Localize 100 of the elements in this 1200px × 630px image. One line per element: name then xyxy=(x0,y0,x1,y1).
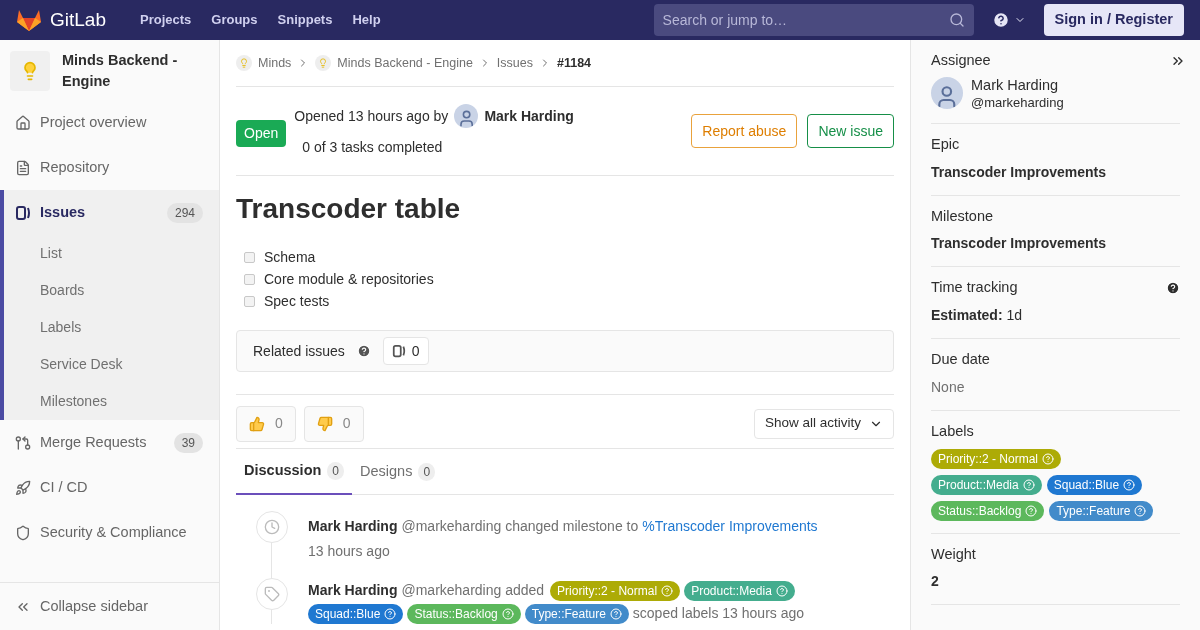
sidebar-item[interactable]: Security & Compliance xyxy=(4,510,219,555)
avatar xyxy=(931,77,963,110)
help-icon xyxy=(384,607,397,620)
tab[interactable]: Designs 0 xyxy=(352,449,444,494)
task-checkbox[interactable] xyxy=(244,251,255,263)
gitlab-logo-text[interactable]: GitLab xyxy=(50,5,106,35)
breadcrumb-link[interactable]: Minds Backend - Engine xyxy=(315,53,473,73)
rocket-icon xyxy=(15,479,31,496)
nav-link[interactable]: Projects xyxy=(140,10,192,30)
tag-icon xyxy=(264,586,280,602)
search-icon xyxy=(948,12,965,28)
report-abuse-button[interactable]: Report abuse xyxy=(691,114,798,148)
project-name[interactable]: Minds Backend - Engine xyxy=(62,50,209,92)
sidebar-subitem[interactable]: Labels xyxy=(4,309,219,346)
sidebar-subitem[interactable]: Milestones xyxy=(4,383,219,420)
note-author[interactable]: Mark Harding xyxy=(308,516,398,537)
sidebar-label: Weight xyxy=(931,544,977,564)
help-icon xyxy=(1022,478,1035,491)
breadcrumb-link[interactable]: #1184 xyxy=(557,53,592,73)
merge-request-icon xyxy=(15,434,31,451)
sidebar-item[interactable]: Repository xyxy=(4,145,219,190)
new-issue-button[interactable]: New issue xyxy=(807,114,894,148)
clock-icon xyxy=(264,519,280,535)
nav-link[interactable]: Snippets xyxy=(277,10,333,30)
issue-title: Transcoder table xyxy=(236,192,462,226)
label-tag[interactable]: Squad::Blue xyxy=(1046,474,1143,495)
assignee-name[interactable]: Mark Harding xyxy=(971,75,1064,94)
help-dropdown[interactable] xyxy=(991,11,1026,29)
issues-icon xyxy=(391,344,406,358)
project-avatar xyxy=(10,51,50,91)
nav-link[interactable]: Groups xyxy=(211,10,258,30)
count-badge: 39 xyxy=(173,432,203,453)
note-time: 13 hours ago xyxy=(308,542,391,561)
sign-in-button[interactable]: Sign in / Register xyxy=(1043,4,1184,36)
help-icon xyxy=(1025,504,1038,517)
document-icon xyxy=(15,159,31,176)
note-text: @markeharding added xyxy=(401,581,545,600)
sidebar-label: Milestone xyxy=(931,206,995,226)
activity-filter-dropdown[interactable]: Show all activity xyxy=(753,408,894,439)
award-button[interactable]: 0 xyxy=(303,405,364,442)
sidebar-subitem[interactable]: Boards xyxy=(4,272,219,309)
shield-icon xyxy=(15,524,31,541)
sidebar-item[interactable]: Merge Requests 39 xyxy=(4,420,219,465)
thumbs-down-icon xyxy=(316,415,333,432)
note-text: scoped labels 13 hours ago xyxy=(632,604,805,623)
gitlab-logo-icon xyxy=(16,8,42,32)
thumbs-up-icon xyxy=(249,415,265,432)
help-icon xyxy=(609,607,622,620)
task-label: Schema xyxy=(264,247,316,267)
help-icon xyxy=(661,584,674,597)
sidebar-item[interactable]: CI / CD xyxy=(4,465,219,510)
group-avatar xyxy=(236,55,252,71)
tab-count: 0 xyxy=(327,462,345,480)
help-icon[interactable] xyxy=(356,344,371,358)
sidebar-subitem[interactable]: List xyxy=(4,235,219,272)
help-icon xyxy=(775,584,788,597)
tab-count: 0 xyxy=(418,462,436,481)
issues-icon xyxy=(15,204,31,221)
related-issues-title: Related issues xyxy=(253,341,345,361)
help-icon xyxy=(501,607,514,620)
home-icon xyxy=(15,114,31,131)
sidebar-label: Due date xyxy=(931,350,991,369)
tasks-summary: 0 of 3 tasks completed xyxy=(302,138,444,157)
opened-text: Opened 13 hours ago by xyxy=(294,106,449,126)
help-icon xyxy=(991,11,1010,29)
sidebar-value[interactable]: Transcoder Improvements xyxy=(931,161,1180,183)
label-tag[interactable]: Squad::Blue xyxy=(308,603,404,624)
nav-link[interactable]: Help xyxy=(352,10,381,30)
assignee-handle: @markeharding xyxy=(971,93,1064,111)
sidebar-item[interactable]: Project overview xyxy=(4,100,219,145)
estimate-value: 1d xyxy=(1006,306,1023,325)
due-date-value: None xyxy=(931,377,966,397)
author-link[interactable]: Mark Harding xyxy=(484,105,574,127)
breadcrumb-link[interactable]: Issues xyxy=(496,53,533,73)
search-field[interactable]: Search or jump to… xyxy=(653,4,974,36)
group-avatar xyxy=(315,55,332,71)
tab[interactable]: Discussion 0 xyxy=(236,449,353,495)
sidebar-value[interactable]: Transcoder Improvements xyxy=(931,233,1180,255)
sidebar-item[interactable]: Issues 294 xyxy=(4,190,219,235)
sidebar-subitem[interactable]: Service Desk xyxy=(4,346,219,383)
count-badge: 294 xyxy=(166,202,203,223)
task-checkbox[interactable] xyxy=(244,295,255,307)
milestone-link[interactable]: %Transcoder Improvements xyxy=(642,516,818,537)
help-icon xyxy=(1123,478,1136,491)
sidebar-label: Assignee xyxy=(931,51,991,70)
note-text: @markeharding changed milestone to xyxy=(401,517,639,536)
related-issues-count[interactable]: 0 xyxy=(382,337,429,365)
breadcrumb-link[interactable]: Minds xyxy=(236,53,292,73)
avatar xyxy=(454,104,479,128)
weight-value: 2 xyxy=(931,572,940,592)
award-button[interactable]: 0 xyxy=(236,405,296,442)
sidebar-label: Time tracking xyxy=(931,278,1018,298)
label-tag[interactable]: Type::Feature xyxy=(1049,500,1154,521)
sidebar-label: Labels xyxy=(931,421,975,441)
task-checkbox[interactable] xyxy=(244,273,255,285)
collapse-sidebar-button[interactable]: Collapse sidebar xyxy=(0,582,219,630)
help-icon[interactable] xyxy=(1166,281,1180,296)
note-author[interactable]: Mark Harding xyxy=(308,580,398,601)
label-tag[interactable]: Type::Feature xyxy=(524,603,629,624)
sidebar-label: Epic xyxy=(931,134,961,154)
